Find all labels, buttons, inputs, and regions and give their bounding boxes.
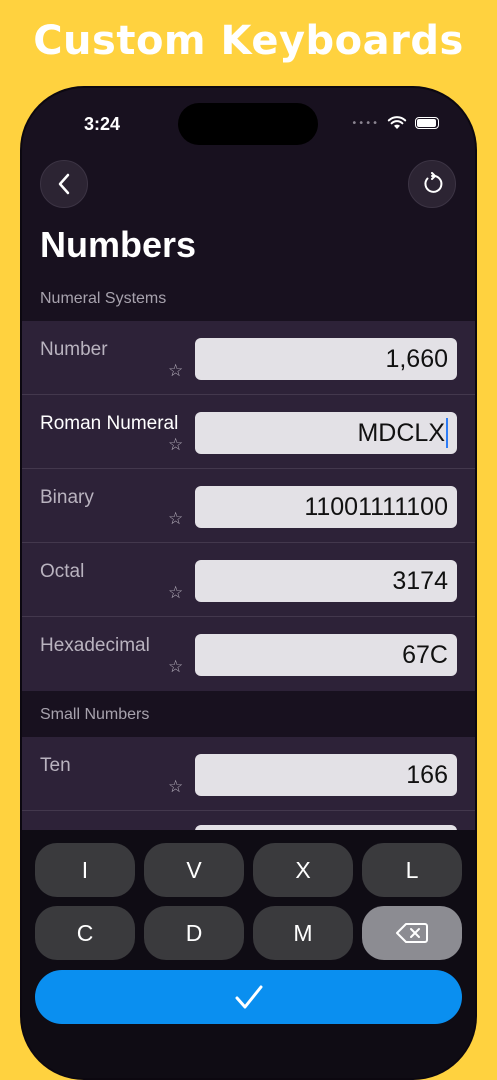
backspace-icon (396, 923, 428, 943)
hexadecimal-field[interactable]: 67C (195, 634, 457, 676)
octal-field[interactable]: 3174 (195, 560, 457, 602)
row-octal: Octal ☆ 3174 (22, 543, 475, 617)
binary-field[interactable]: 11001111100 (195, 486, 457, 528)
wifi-icon (387, 116, 407, 129)
field-value: 11001111100 (304, 492, 448, 521)
section-header-numeral-systems: Numeral Systems (40, 290, 167, 307)
field-value: MDCLX (357, 418, 445, 447)
phone-screen: 3:24 •••• Numbers Numeral Systems Number… (22, 88, 475, 1078)
reset-button[interactable] (408, 160, 456, 208)
signal-icon: •••• (351, 117, 379, 129)
row-roman-numeral: Roman Numeral ☆ MDCLX (22, 395, 475, 469)
field-value: 3174 (392, 566, 448, 595)
text-cursor (446, 418, 448, 448)
star-icon[interactable]: ☆ (168, 435, 183, 455)
star-icon[interactable]: ☆ (168, 657, 183, 677)
status-icons: •••• (351, 116, 439, 130)
custom-keyboard: I V X L C D M (22, 830, 475, 1078)
row-label: Number (40, 339, 108, 360)
star-icon[interactable]: ☆ (168, 361, 183, 381)
row-ten: Ten ☆ 166 (22, 737, 475, 811)
key-v[interactable]: V (144, 843, 244, 897)
row-label: Roman Numeral (40, 413, 179, 434)
numeral-systems-group: Number ☆ 1,660 Roman Numeral ☆ MDCLX Bin… (22, 321, 475, 691)
key-x[interactable]: X (253, 843, 353, 897)
star-icon[interactable]: ☆ (168, 583, 183, 603)
key-m[interactable]: M (253, 906, 353, 960)
row-label: Binary (40, 487, 94, 508)
star-icon[interactable]: ☆ (168, 777, 183, 797)
key-c[interactable]: C (35, 906, 135, 960)
ten-field[interactable]: 166 (195, 754, 457, 796)
star-icon[interactable]: ☆ (168, 509, 183, 529)
row-number: Number ☆ 1,660 (22, 321, 475, 395)
page-title: Numbers (40, 224, 197, 265)
key-i[interactable]: I (35, 843, 135, 897)
field-value: 1,660 (385, 344, 448, 373)
checkmark-icon (235, 985, 262, 1009)
reset-icon (424, 172, 443, 193)
row-label: Ten (40, 755, 71, 776)
row-label: Hexadecimal (40, 635, 150, 656)
key-l[interactable]: L (362, 843, 462, 897)
done-button[interactable] (35, 970, 462, 1024)
section-header-small-numbers: Small Numbers (40, 706, 150, 723)
row-label: Octal (40, 561, 85, 582)
key-d[interactable]: D (144, 906, 244, 960)
field-value: 166 (406, 760, 448, 789)
dynamic-island (178, 103, 318, 145)
small-numbers-group: Ten ☆ 166 (22, 737, 475, 831)
number-field[interactable]: 1,660 (195, 338, 457, 380)
status-time: 3:24 (84, 114, 121, 134)
roman-numeral-field[interactable]: MDCLX (195, 412, 457, 454)
field-value: 67C (402, 640, 448, 669)
back-button[interactable] (40, 160, 88, 208)
delete-key[interactable] (362, 906, 462, 960)
banner-title: Custom Keyboards (33, 18, 464, 64)
chevron-left-icon (58, 173, 70, 195)
row-binary: Binary ☆ 11001111100 (22, 469, 475, 543)
battery-icon (415, 117, 439, 129)
row-hexadecimal: Hexadecimal ☆ 67C (22, 617, 475, 691)
